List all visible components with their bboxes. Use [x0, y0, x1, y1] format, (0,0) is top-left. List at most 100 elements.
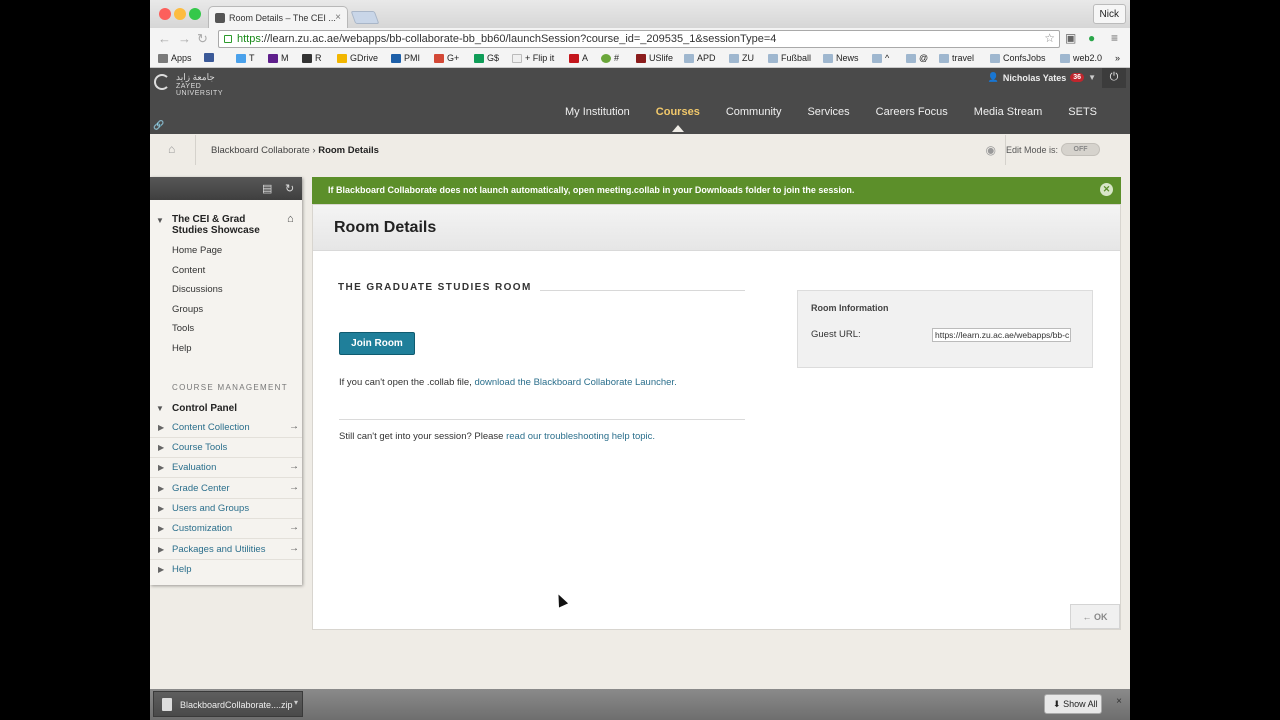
bookmark-flip-it[interactable]: + Flip it: [512, 53, 554, 63]
bookmark-yahoo[interactable]: M: [268, 53, 289, 63]
bookmark-travel[interactable]: travel: [939, 53, 974, 63]
menu-item-tools[interactable]: Tools: [172, 323, 194, 334]
nav-services[interactable]: Services: [807, 106, 849, 118]
forward-icon[interactable]: →: [178, 31, 191, 46]
folder-icon: [872, 53, 882, 63]
uslife-icon: [636, 53, 646, 63]
bookmark-apps[interactable]: Apps: [158, 53, 192, 63]
bookmark-gplus[interactable]: G+: [434, 53, 459, 63]
address-bar[interactable]: https://learn.zu.ac.ae/webapps/bb-collab…: [218, 30, 1060, 48]
user-menu[interactable]: 👤 Nicholas Yates 36 ▼: [988, 72, 1096, 83]
student-preview-eye-icon[interactable]: ◉: [986, 143, 996, 157]
evernote-icon[interactable]: ●: [1088, 31, 1095, 45]
control-item-content-collection[interactable]: ▶ Content Collection →: [150, 418, 302, 438]
control-item-evaluation[interactable]: ▶ Evaluation →: [150, 458, 302, 478]
expand-triangle-icon: ▶: [158, 463, 165, 472]
minimize-window-button[interactable]: [174, 8, 186, 20]
bookmark-hash[interactable]: #: [601, 53, 619, 63]
logo-arabic-text: جامعة زايد: [176, 72, 215, 82]
bookmark-star-icon[interactable]: ☆: [1044, 31, 1055, 45]
close-tab-icon[interactable]: ×: [335, 12, 341, 23]
logout-power-icon[interactable]: ⏻: [1102, 68, 1126, 88]
new-tab-button[interactable]: [350, 11, 380, 24]
notification-badge: 36: [1070, 73, 1085, 82]
control-item-users-and-groups[interactable]: ▶ Users and Groups: [150, 499, 302, 519]
link-icon[interactable]: 🔗: [153, 120, 164, 131]
bookmark-pmi[interactable]: PMI: [391, 53, 420, 63]
download-launcher-link[interactable]: download the Blackboard Collaborate Laun…: [474, 377, 676, 388]
home-icon[interactable]: ⌂: [168, 142, 175, 156]
course-title[interactable]: The CEI & Grad Studies Showcase: [172, 214, 282, 236]
menu-item-content[interactable]: Content: [172, 265, 205, 276]
menu-item-home-page[interactable]: Home Page: [172, 245, 222, 256]
maximize-window-button[interactable]: [189, 8, 201, 20]
bookmark-web20[interactable]: web2.0: [1060, 53, 1102, 63]
edit-mode-toggle[interactable]: OFF: [1061, 143, 1100, 156]
nav-my-institution[interactable]: My Institution: [565, 106, 630, 118]
bookmark-at[interactable]: @: [906, 53, 928, 63]
menu-item-help[interactable]: Help: [172, 343, 192, 354]
breadcrumb-current: Room Details: [318, 145, 379, 156]
browser-window: Room Details – The CEI ... × Nick ← → ↻ …: [150, 0, 1130, 720]
breadcrumb: Blackboard Collaborate › Room Details: [211, 145, 379, 156]
bookmark-twitter[interactable]: T: [236, 53, 255, 63]
bookmark-confsjobs[interactable]: ConfsJobs: [990, 53, 1046, 63]
control-item-course-tools[interactable]: ▶ Course Tools: [150, 438, 302, 458]
menu-icon[interactable]: ≡: [1111, 31, 1118, 45]
bookmark-zu[interactable]: ZU: [729, 53, 754, 63]
ok-button[interactable]: ← OK: [1070, 604, 1120, 629]
control-panel-heading[interactable]: Control Panel: [172, 403, 237, 414]
collapse-triangle-icon[interactable]: ▼: [156, 216, 164, 225]
control-item-grade-center[interactable]: ▶ Grade Center →: [150, 479, 302, 499]
profile-button[interactable]: Nick: [1092, 4, 1126, 24]
bookmark-fussball[interactable]: Fußball: [768, 53, 811, 63]
control-item-help[interactable]: ▶ Help: [150, 560, 302, 580]
chevron-down-icon[interactable]: ▾: [294, 698, 298, 707]
bookmark-a[interactable]: A: [569, 53, 588, 63]
bookmark-caret[interactable]: ^: [872, 53, 889, 63]
breadcrumb-parent[interactable]: Blackboard Collaborate: [211, 145, 310, 156]
close-icon[interactable]: ✕: [1100, 183, 1113, 196]
bookmark-news[interactable]: News: [823, 53, 859, 63]
control-item-customization[interactable]: ▶ Customization →: [150, 519, 302, 539]
back-icon[interactable]: ←: [158, 31, 171, 46]
troubleshooting-link[interactable]: read our troubleshooting help topic.: [506, 431, 655, 442]
nav-media-stream[interactable]: Media Stream: [974, 106, 1042, 118]
extension-icon[interactable]: ▣: [1065, 31, 1076, 45]
bookmark-apd[interactable]: APD: [684, 53, 716, 63]
zayed-university-logo[interactable]: جامعة زايد ZAYED UNIVERSITY: [154, 72, 244, 97]
expand-triangle-icon: ▶: [158, 484, 165, 493]
file-icon: [162, 698, 172, 711]
bookmarks-overflow[interactable]: »: [1115, 53, 1120, 63]
collapse-triangle-icon[interactable]: ▼: [156, 404, 164, 413]
bookmark-gdollar[interactable]: G$: [474, 53, 499, 63]
close-window-button[interactable]: [159, 8, 171, 20]
join-room-button[interactable]: Join Room: [339, 332, 415, 355]
menu-item-groups[interactable]: Groups: [172, 304, 203, 315]
course-menu-toolbar: ▤ ↻: [150, 177, 302, 200]
refresh-icon[interactable]: ↻: [285, 182, 294, 195]
bookmark-uslife[interactable]: USlife: [636, 53, 673, 63]
guest-url-field[interactable]: https://learn.zu.ac.ae/webapps/bb-c: [932, 328, 1071, 342]
pmi-icon: [391, 53, 401, 63]
show-all-downloads-button[interactable]: ⬇ Show All: [1044, 694, 1102, 714]
control-item-packages-and-utilities[interactable]: ▶ Packages and Utilities →: [150, 540, 302, 560]
nav-community[interactable]: Community: [726, 106, 782, 118]
nav-sets[interactable]: SETS: [1068, 106, 1097, 118]
course-home-icon[interactable]: ⌂: [287, 213, 294, 225]
arrow-right-icon: →: [289, 421, 299, 432]
reload-icon[interactable]: ↻: [197, 31, 208, 47]
folder-icon: [768, 53, 778, 63]
bookmark-facebook[interactable]: [204, 53, 214, 62]
download-item[interactable]: BlackboardCollaborate....zip ▾: [153, 691, 303, 717]
nav-courses[interactable]: Courses: [656, 106, 700, 132]
folder-view-icon[interactable]: ▤: [262, 182, 272, 195]
close-download-bar-icon[interactable]: ×: [1116, 696, 1122, 707]
gdrive-icon: [337, 53, 347, 63]
menu-item-discussions[interactable]: Discussions: [172, 284, 223, 295]
tab-title: Room Details – The CEI ...: [229, 13, 336, 23]
bookmark-gdrive[interactable]: GDrive: [337, 53, 378, 63]
browser-tab[interactable]: Room Details – The CEI ... ×: [208, 6, 348, 28]
bookmark-r[interactable]: R: [302, 53, 322, 63]
nav-careers-focus[interactable]: Careers Focus: [876, 106, 948, 118]
